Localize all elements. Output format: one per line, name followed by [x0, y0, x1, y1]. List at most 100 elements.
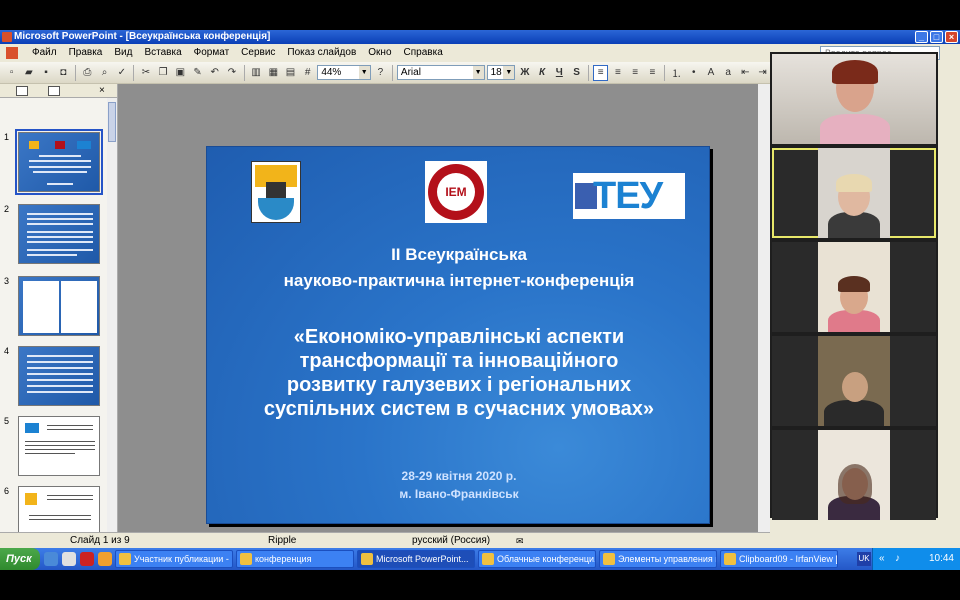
- thumbnail-tabs: ×: [0, 84, 117, 98]
- slides-tab-icon[interactable]: [16, 85, 28, 96]
- align-right-icon[interactable]: ≡: [628, 65, 643, 81]
- spelling-icon[interactable]: ✓: [114, 65, 129, 81]
- thumbnail-number: 2: [4, 204, 10, 214]
- open-folder-icon[interactable]: ▰: [21, 65, 36, 81]
- chevron-down-icon: ▼: [503, 66, 515, 79]
- underline-button[interactable]: Ч: [552, 65, 567, 81]
- slide-subtitle-line-2: науково-практична інтернет-конференція: [283, 271, 635, 290]
- teu-logo-text: ТЕУ: [593, 175, 663, 217]
- font-value: Arial: [400, 67, 421, 78]
- taskbar-item-powerpoint[interactable]: Microsoft PowerPoint...: [357, 550, 475, 568]
- nu-university-logo: [251, 161, 301, 223]
- expand-tray-icon[interactable]: «: [879, 548, 885, 570]
- menu-edit[interactable]: Правка: [63, 44, 109, 62]
- maximize-icon[interactable]: □: [930, 31, 943, 43]
- print-preview-icon[interactable]: ⌕: [97, 65, 112, 81]
- print-icon[interactable]: ⎙: [80, 65, 95, 81]
- redo-icon[interactable]: ↷: [224, 65, 239, 81]
- scrollbar-thumb[interactable]: [108, 102, 116, 142]
- align-center-icon[interactable]: ≡: [610, 65, 625, 81]
- decrease-font-icon[interactable]: a: [721, 65, 736, 81]
- close-icon[interactable]: ×: [945, 31, 958, 43]
- participant-video-1[interactable]: [772, 54, 936, 144]
- slide-thumbnail-1[interactable]: 1: [4, 129, 103, 196]
- help-icon[interactable]: ?: [373, 65, 388, 81]
- toolbar-divider: [663, 64, 665, 81]
- font-select[interactable]: Arial ▼: [396, 65, 485, 80]
- window-title-bar[interactable]: Microsoft PowerPoint - [Всеукраїнська ко…: [0, 30, 960, 44]
- cut-icon[interactable]: ✂: [138, 65, 153, 81]
- participant-video-4[interactable]: [772, 336, 936, 426]
- menu-tools[interactable]: Сервис: [235, 44, 281, 62]
- outline-tab-icon[interactable]: [48, 85, 60, 96]
- desktop-screen: Microsoft PowerPoint - [Всеукраїнська ко…: [0, 30, 960, 570]
- new-file-icon[interactable]: ▫: [4, 65, 19, 81]
- bold-button[interactable]: Ж: [517, 65, 532, 81]
- slide-thumbnail-2[interactable]: 2: [4, 204, 100, 268]
- permission-icon[interactable]: ◘: [56, 65, 71, 81]
- design-name: Ripple: [268, 535, 297, 546]
- increase-font-icon[interactable]: A: [703, 65, 718, 81]
- slide-thumbnail-3[interactable]: 3: [4, 276, 100, 340]
- format-painter-icon[interactable]: ✎: [190, 65, 205, 81]
- thumbnail-image: [18, 346, 100, 406]
- slide-thumbnail-4[interactable]: 4: [4, 346, 100, 410]
- start-button[interactable]: Пуск: [0, 548, 40, 570]
- minimize-icon[interactable]: _: [915, 31, 928, 43]
- slide-area-scrollbar[interactable]: [758, 84, 770, 550]
- menu-view[interactable]: Вид: [108, 44, 138, 62]
- show-grid-icon[interactable]: #: [300, 65, 315, 81]
- bullets-icon[interactable]: •: [686, 65, 701, 81]
- toolbar: ▫ ▰ ▪ ◘ ⎙ ⌕ ✓ ✂ ❐ ▣ ✎ ↶ ↷ ▥ ▦ ▤ # 44% ▼ ?…: [0, 62, 770, 84]
- menu-help[interactable]: Справка: [398, 44, 449, 62]
- menu-insert[interactable]: Вставка: [138, 44, 187, 62]
- quicklaunch-opera-icon[interactable]: [80, 552, 94, 566]
- menu-format[interactable]: Формат: [188, 44, 236, 62]
- participant-video-2[interactable]: [772, 148, 936, 238]
- toolbar-divider: [391, 64, 393, 81]
- save-icon[interactable]: ▪: [38, 65, 53, 81]
- italic-button[interactable]: К: [535, 65, 550, 81]
- paste-icon[interactable]: ▣: [173, 65, 188, 81]
- font-size-select[interactable]: 18 ▼: [486, 65, 516, 80]
- numbering-icon[interactable]: ⒈: [669, 65, 684, 81]
- powerpoint-icon: [2, 32, 12, 42]
- slide-thumbnail-5[interactable]: 5: [4, 416, 100, 480]
- participant-video-5[interactable]: [772, 430, 936, 520]
- window-title: Microsoft PowerPoint - [Всеукраїнська ко…: [14, 31, 271, 42]
- quicklaunch-desktop-icon[interactable]: [44, 552, 58, 566]
- insert-chart-icon[interactable]: ▥: [249, 65, 264, 81]
- language-switcher[interactable]: UK: [857, 552, 871, 566]
- toolbar-divider: [588, 64, 590, 81]
- quicklaunch-media-icon[interactable]: [98, 552, 112, 566]
- chevron-down-icon: ▼: [358, 66, 370, 79]
- tables-borders-icon[interactable]: ▤: [283, 65, 298, 81]
- increase-indent-icon[interactable]: ⇥: [755, 65, 770, 81]
- align-left-icon[interactable]: ≡: [593, 64, 609, 81]
- taskbar-item-cloud-conference[interactable]: Облачные конференци...: [478, 550, 596, 568]
- shadow-button[interactable]: S: [569, 65, 584, 81]
- thumbnail-image: [15, 129, 103, 195]
- iem-logo-text: IEM: [437, 173, 475, 211]
- menu-window[interactable]: Окно: [362, 44, 397, 62]
- volume-icon[interactable]: ♪: [895, 548, 900, 570]
- taskbar-item-irfanview[interactable]: Clipboard09 - IrfanView [Z...: [720, 550, 838, 568]
- decrease-indent-icon[interactable]: ⇤: [738, 65, 753, 81]
- menu-file[interactable]: Файл: [26, 44, 63, 62]
- menu-slideshow[interactable]: Показ слайдов: [281, 44, 362, 62]
- taskbar-item-chrome[interactable]: Участник публикации - ...: [115, 550, 233, 568]
- thumbnail-number: 6: [4, 486, 10, 496]
- taskbar-item-controls[interactable]: Элементы управления к...: [599, 550, 717, 568]
- quicklaunch-ie-icon[interactable]: [62, 552, 76, 566]
- clock: 10:44: [928, 553, 954, 564]
- undo-icon[interactable]: ↶: [207, 65, 222, 81]
- taskbar-item-folder[interactable]: конференция: [236, 550, 354, 568]
- current-slide[interactable]: IEM ТЕУ ІІ Всеукраїнська науково-практич…: [206, 146, 710, 524]
- justify-icon[interactable]: ≡: [645, 65, 660, 81]
- insert-table-icon[interactable]: ▦: [266, 65, 281, 81]
- copy-icon[interactable]: ❐: [156, 65, 171, 81]
- thumbnails-scrollbar[interactable]: [107, 98, 117, 548]
- participant-video-3[interactable]: [772, 242, 936, 332]
- zoom-select[interactable]: 44% ▼: [317, 65, 371, 80]
- close-pane-icon[interactable]: ×: [99, 85, 111, 96]
